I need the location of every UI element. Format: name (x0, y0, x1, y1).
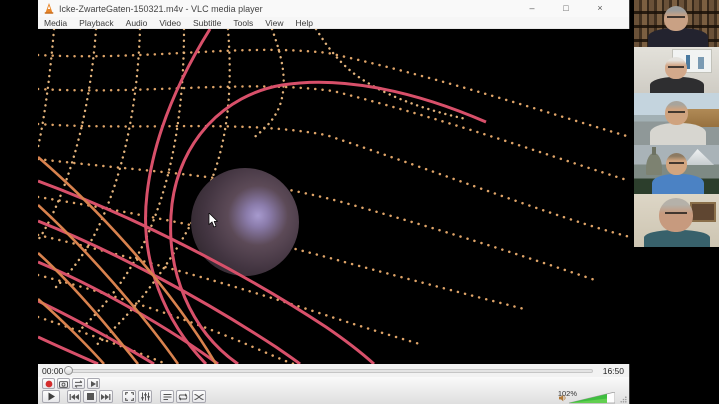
menu-help[interactable]: Help (289, 18, 318, 28)
previous-button[interactable] (67, 390, 81, 403)
loop-ab-button[interactable] (72, 378, 85, 389)
play-button[interactable] (42, 390, 60, 403)
record-icon (45, 380, 53, 388)
frame-step-icon (90, 380, 98, 388)
random-button[interactable] (192, 390, 206, 403)
snapshot-button[interactable] (57, 378, 70, 389)
participant-5-torso (644, 230, 710, 247)
participant-3-torso (650, 123, 706, 145)
resize-grip-icon[interactable] (620, 396, 627, 403)
menu-playback[interactable]: Playback (73, 18, 120, 28)
previous-icon (69, 393, 79, 401)
participants-sidebar (634, 0, 719, 404)
stop-icon (87, 393, 94, 400)
participant-4-torso (652, 174, 704, 194)
participant-video-3[interactable] (634, 93, 719, 145)
dotted-grid-horizontal (38, 50, 630, 364)
participant-5-face (659, 198, 693, 232)
video-canvas[interactable] (38, 29, 630, 364)
elapsed-time: 00:00 (42, 366, 63, 376)
transport-controls: 102% (38, 377, 629, 404)
window-title: Icke-ZwarteGaten-150321.m4v - VLC media … (59, 4, 263, 14)
menu-view[interactable]: View (259, 18, 289, 28)
fullscreen-icon (125, 392, 134, 401)
menu-tools[interactable]: Tools (227, 18, 259, 28)
title-bar[interactable]: Icke-ZwarteGaten-150321.m4v - VLC media … (38, 0, 629, 17)
total-duration: 16:50 (603, 366, 624, 376)
fullscreen-button[interactable] (122, 390, 136, 403)
menu-media[interactable]: Media (38, 18, 73, 28)
next-icon (101, 393, 111, 401)
vlc-window: Icke-ZwarteGaten-150321.m4v - VLC media … (38, 0, 630, 404)
loop-ab-icon (74, 380, 83, 388)
participant-video-4[interactable] (634, 145, 719, 194)
seek-slider[interactable] (68, 369, 593, 373)
maximize-button[interactable]: □ (553, 0, 579, 17)
participant-video-5[interactable] (634, 194, 719, 247)
play-icon (47, 392, 56, 401)
frame-by-frame-button[interactable] (87, 378, 100, 389)
extended-settings-button[interactable] (138, 390, 152, 403)
mouse-cursor (208, 213, 218, 228)
equalizer-icon (141, 392, 150, 401)
stop-button[interactable] (83, 390, 97, 403)
screen: Icke-ZwarteGaten-150321.m4v - VLC media … (0, 0, 719, 404)
menu-bar: Media Playback Audio Video Subtitle Tool… (38, 17, 629, 29)
menu-subtitle[interactable]: Subtitle (187, 18, 227, 28)
seek-bar-row: 00:00 16:50 (38, 364, 629, 377)
participant-2-torso (650, 77, 704, 93)
shuffle-icon (194, 393, 204, 401)
participant-video-1[interactable] (634, 0, 719, 47)
menu-audio[interactable]: Audio (120, 18, 154, 28)
spacetime-grid-visualization (38, 29, 630, 364)
seek-slider-thumb[interactable] (64, 366, 73, 375)
close-button[interactable]: × (587, 0, 613, 17)
loop-icon (178, 393, 188, 401)
playlist-button[interactable] (160, 390, 174, 403)
vlc-cone-icon (44, 3, 54, 14)
menu-video[interactable]: Video (153, 18, 187, 28)
participant-video-2[interactable] (634, 47, 719, 93)
volume-percentage: 102% (558, 389, 577, 398)
loop-button[interactable] (176, 390, 190, 403)
participant-5-painting (690, 202, 716, 222)
minimize-button[interactable]: – (519, 0, 545, 17)
camera-icon (59, 380, 68, 388)
playlist-icon (163, 393, 172, 401)
record-button[interactable] (42, 378, 55, 389)
next-button[interactable] (99, 390, 113, 403)
